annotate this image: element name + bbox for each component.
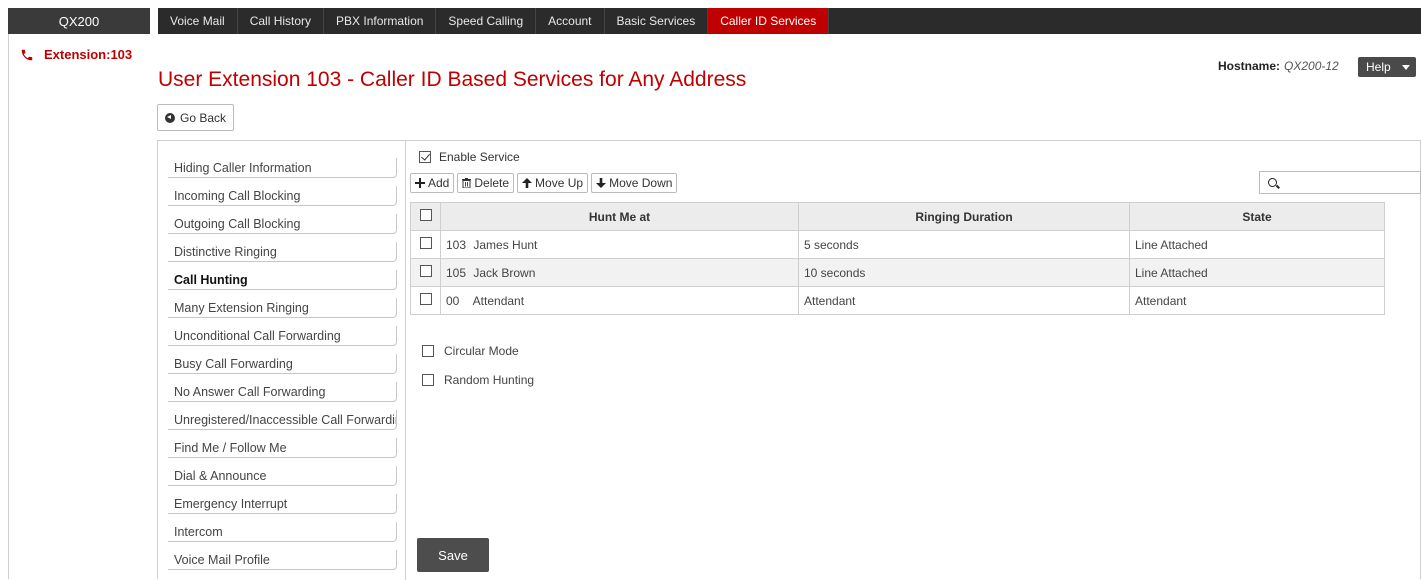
circular-mode-label: Circular Mode xyxy=(444,344,519,358)
nav-tab-pbx-information[interactable]: PBX Information xyxy=(324,8,437,34)
extension-text: Extension:103 xyxy=(44,47,133,62)
hunt-me-at-cell: 103 James Hunt xyxy=(440,230,799,259)
circular-mode-option[interactable]: Circular Mode xyxy=(422,344,519,358)
service-menu: Hiding Caller Information Incoming Call … xyxy=(158,141,406,580)
state-cell: Line Attached xyxy=(1129,230,1385,259)
ringing-duration-cell: Attendant xyxy=(798,286,1130,315)
extension-name: James Hunt xyxy=(473,237,538,252)
search-icon xyxy=(1268,178,1277,187)
row-checkbox[interactable] xyxy=(419,237,432,249)
help-button[interactable]: Help xyxy=(1358,57,1416,77)
select-all-cell xyxy=(410,202,441,231)
save-button[interactable]: Save xyxy=(417,538,489,572)
menu-item-busy-call-forwarding[interactable]: Busy Call Forwarding xyxy=(168,354,397,374)
main-nav: Voice Mail Call History PBX Information … xyxy=(158,8,1421,34)
go-back-label: Go Back xyxy=(179,110,227,125)
table-header-row: Hunt Me at Ringing Duration State xyxy=(410,202,1385,231)
nav-tab-speed-calling[interactable]: Speed Calling xyxy=(436,8,537,34)
column-header-hunt-me-at[interactable]: Hunt Me at xyxy=(440,202,799,231)
hunt-me-at-cell: 105 Jack Brown xyxy=(440,258,799,287)
table-row[interactable]: 00 Attendant Attendant Attendant xyxy=(410,286,1385,315)
extension-name: Jack Brown xyxy=(473,265,536,280)
menu-item-unconditional-call-forwarding[interactable]: Unconditional Call Forwarding xyxy=(168,326,397,346)
move-down-button[interactable]: Move Down xyxy=(591,173,678,193)
extension-number: 00 xyxy=(446,293,460,308)
enable-service-checkbox[interactable] xyxy=(419,151,431,163)
extension-label: Extension:103 xyxy=(20,47,132,62)
extension-number: 103 xyxy=(446,237,467,252)
table-row[interactable]: 105 Jack Brown 10 seconds Line Attached xyxy=(410,258,1385,287)
random-hunting-option[interactable]: Random Hunting xyxy=(422,373,534,387)
move-up-label: Move Up xyxy=(535,176,584,190)
select-all-checkbox[interactable] xyxy=(419,209,432,221)
row-select-cell xyxy=(410,230,441,259)
random-hunting-label: Random Hunting xyxy=(444,373,535,387)
table-toolbar: Add Delete Move Up Move Down xyxy=(410,173,678,193)
nav-tab-voice-mail[interactable]: Voice Mail xyxy=(158,8,238,34)
state-cell: Attendant xyxy=(1129,286,1385,315)
circular-mode-checkbox[interactable] xyxy=(422,345,434,357)
search-input[interactable] xyxy=(1259,171,1421,194)
row-select-cell xyxy=(410,286,441,315)
help-label: Help xyxy=(1366,60,1391,74)
column-header-state[interactable]: State xyxy=(1129,202,1385,231)
hostname-label: Hostname: xyxy=(1218,59,1281,73)
hostname-value: QX200-12 xyxy=(1284,59,1339,73)
hostname: Hostname: QX200-12 xyxy=(1218,59,1339,73)
menu-item-hiding-caller-information[interactable]: Hiding Caller Information xyxy=(168,158,397,178)
row-checkbox[interactable] xyxy=(419,293,432,305)
state-cell: Line Attached xyxy=(1129,258,1385,287)
add-button[interactable]: Add xyxy=(410,173,455,193)
add-label: Add xyxy=(428,176,450,190)
delete-label: Delete xyxy=(474,176,510,190)
menu-item-distinctive-ringing[interactable]: Distinctive Ringing xyxy=(168,242,397,262)
menu-item-no-answer-call-forwarding[interactable]: No Answer Call Forwarding xyxy=(168,382,397,402)
menu-item-unregistered-call-forwarding[interactable]: Unregistered/Inaccessible Call Forwardin… xyxy=(168,410,397,430)
arrow-up-icon xyxy=(522,178,533,188)
nav-tab-caller-id-services[interactable]: Caller ID Services xyxy=(708,8,830,34)
menu-item-outgoing-call-blocking[interactable]: Outgoing Call Blocking xyxy=(168,214,397,234)
enable-service[interactable]: Enable Service xyxy=(419,150,520,164)
arrow-left-circle-icon xyxy=(164,112,175,123)
nav-tab-basic-services[interactable]: Basic Services xyxy=(605,8,709,34)
content-panel: Hiding Caller Information Incoming Call … xyxy=(157,140,1421,580)
left-divider xyxy=(8,34,9,579)
go-back-button[interactable]: Go Back xyxy=(157,104,234,131)
trash-icon xyxy=(462,178,472,188)
nav-tab-call-history[interactable]: Call History xyxy=(238,8,325,34)
move-up-button[interactable]: Move Up xyxy=(517,173,589,193)
plus-icon xyxy=(415,178,425,188)
move-down-label: Move Down xyxy=(609,176,673,190)
ringing-duration-cell: 10 seconds xyxy=(798,258,1130,287)
chevron-down-icon xyxy=(1402,64,1410,70)
menu-item-dial-announce[interactable]: Dial & Announce xyxy=(168,466,397,486)
service-detail: Enable Service Add Delete Move Up Move D… xyxy=(407,141,1421,580)
nav-tab-account[interactable]: Account xyxy=(536,8,605,34)
row-select-cell xyxy=(410,258,441,287)
random-hunting-checkbox[interactable] xyxy=(422,374,434,386)
menu-item-incoming-call-blocking[interactable]: Incoming Call Blocking xyxy=(168,186,397,206)
menu-item-find-me-follow-me[interactable]: Find Me / Follow Me xyxy=(168,438,397,458)
extension-number: 105 xyxy=(446,265,467,280)
menu-item-many-extension-ringing[interactable]: Many Extension Ringing xyxy=(168,298,397,318)
menu-item-voice-mail-profile[interactable]: Voice Mail Profile xyxy=(168,550,397,570)
menu-item-intercom[interactable]: Intercom xyxy=(168,522,397,542)
column-header-ringing-duration[interactable]: Ringing Duration xyxy=(798,202,1130,231)
hunt-me-at-cell: 00 Attendant xyxy=(440,286,799,315)
enable-service-label: Enable Service xyxy=(439,150,520,164)
table-row[interactable]: 103 James Hunt 5 seconds Line Attached xyxy=(410,230,1385,259)
extension-name: Attendant xyxy=(472,293,525,308)
delete-button[interactable]: Delete xyxy=(457,173,515,193)
page-title: User Extension 103 - Caller ID Based Ser… xyxy=(158,68,747,91)
ringing-duration-cell: 5 seconds xyxy=(798,230,1130,259)
top-bar: QX200 Voice Mail Call History PBX Inform… xyxy=(8,8,1421,34)
menu-item-emergency-interrupt[interactable]: Emergency Interrupt xyxy=(168,494,397,514)
hunt-table: Hunt Me at Ringing Duration State 103 Ja… xyxy=(410,202,1385,315)
row-checkbox[interactable] xyxy=(419,265,432,277)
arrow-down-icon xyxy=(596,178,607,188)
phone-icon xyxy=(21,49,33,60)
menu-item-call-hunting[interactable]: Call Hunting xyxy=(168,270,397,290)
brand-label: QX200 xyxy=(8,8,150,34)
